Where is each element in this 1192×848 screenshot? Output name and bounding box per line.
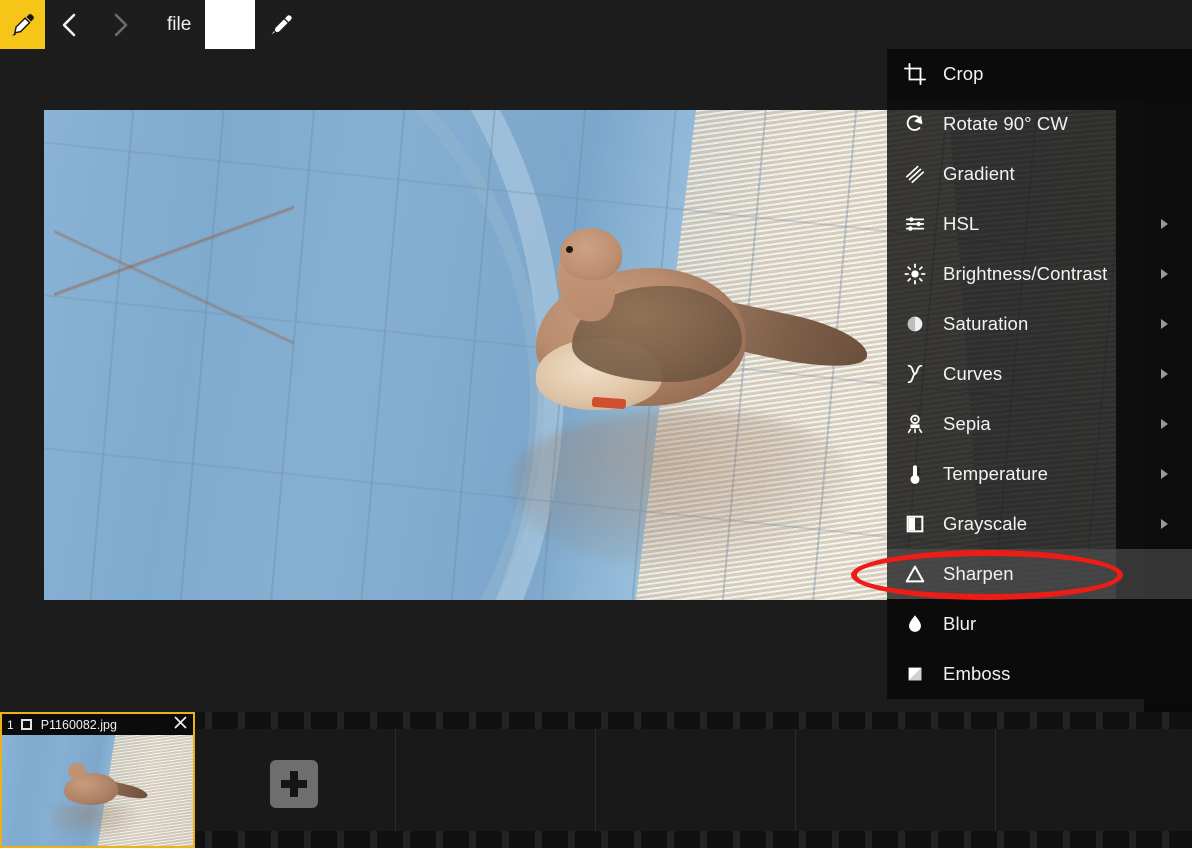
back-button[interactable] — [45, 0, 95, 49]
submenu-arrow-icon — [1161, 219, 1168, 229]
submenu-arrow-icon — [1161, 519, 1168, 529]
marker-pen-icon — [11, 13, 34, 36]
menu-item-label: Emboss — [943, 663, 1011, 684]
effects-side-panel: P1160082.jpg 2838x1263 NaN undefined ? C… — [887, 0, 1192, 712]
thumbnail-checkbox-icon[interactable] — [20, 719, 32, 730]
bird-eye — [566, 246, 573, 253]
thumb-bird-head — [68, 763, 86, 779]
file-menu-button[interactable]: file — [145, 0, 205, 49]
menu-item-label: Temperature — [943, 463, 1048, 484]
photo-tile-cracks — [54, 110, 294, 410]
menu-item-temperature[interactable]: Temperature — [887, 449, 1192, 499]
chevron-right-icon — [114, 13, 128, 36]
menu-item-blur[interactable]: Blur — [887, 599, 1192, 649]
thumbnail-index: 1 — [7, 717, 14, 732]
eyedropper-tool-button[interactable] — [255, 0, 307, 49]
menu-item-label: Gradient — [943, 163, 1015, 184]
menu-item-label: HSL — [943, 213, 980, 234]
submenu-arrow-icon — [1161, 419, 1168, 429]
marker-pen-tool-button[interactable] — [0, 0, 45, 49]
menu-item-rotate-90-cw[interactable]: Rotate 90° CW — [887, 99, 1192, 149]
menu-item-gradient[interactable]: Gradient — [887, 149, 1192, 199]
droplet-fill-icon — [887, 299, 943, 349]
emboss-square-icon — [887, 649, 943, 699]
menu-item-label: Crop — [943, 63, 984, 84]
sepia-stamp-icon — [887, 399, 943, 449]
triangle-icon — [887, 549, 943, 599]
menu-item-emboss[interactable]: Emboss — [887, 649, 1192, 699]
forward-button[interactable] — [95, 0, 145, 49]
thumbnail-image — [2, 735, 193, 846]
menu-item-label: Curves — [943, 363, 1003, 384]
menu-item-grayscale[interactable]: Grayscale — [887, 499, 1192, 549]
close-x-icon — [174, 715, 187, 729]
thumb-bird-reflection — [52, 805, 142, 839]
top-toolbar: file — [0, 0, 1192, 49]
frame-divider — [595, 729, 596, 831]
file-menu-label: file — [167, 13, 192, 35]
submenu-arrow-icon — [1161, 319, 1168, 329]
menu-item-crop[interactable]: Crop — [887, 49, 1192, 99]
menu-item-label: Brightness/Contrast — [943, 263, 1108, 284]
add-image-button[interactable] — [270, 760, 318, 808]
sun-icon — [887, 249, 943, 299]
thumbnail-close-button[interactable] — [173, 715, 188, 735]
menu-item-hsl[interactable]: HSL — [887, 199, 1192, 249]
menu-item-sharpen[interactable]: Sharpen — [887, 549, 1192, 599]
menu-item-sepia[interactable]: Sepia — [887, 399, 1192, 449]
menu-item-saturation[interactable]: Saturation — [887, 299, 1192, 349]
menu-item-label: Grayscale — [943, 513, 1028, 534]
bird-head — [560, 228, 622, 280]
menu-item-label: Rotate 90° CW — [943, 113, 1068, 134]
submenu-arrow-icon — [1161, 369, 1168, 379]
photo-bird-reflection — [514, 410, 854, 570]
rotate-cw-icon — [887, 99, 943, 149]
thermometer-icon — [887, 449, 943, 499]
chevron-left-icon — [62, 13, 76, 36]
menu-item-label: Saturation — [943, 313, 1029, 334]
menu-item-curves[interactable]: Curves — [887, 349, 1192, 399]
image-editor-window: file Crop Rotate 90° CW Gradient HSL Bri… — [0, 0, 1192, 848]
half-square-icon — [887, 499, 943, 549]
thumbnail-header: 1 P1160082.jpg — [2, 714, 193, 735]
submenu-arrow-icon — [1161, 469, 1168, 479]
thumb-bird — [58, 761, 149, 807]
color-swatch[interactable] — [205, 0, 256, 49]
eyedropper-icon — [271, 14, 292, 35]
gradient-icon — [887, 149, 943, 199]
droplet-icon — [887, 599, 943, 649]
frame-divider — [995, 729, 996, 831]
filmstrip-thumbnail-selected[interactable]: 1 P1160082.jpg — [0, 712, 195, 848]
menu-item-brightness-contrast[interactable]: Brightness/Contrast — [887, 249, 1192, 299]
menu-item-label: Sepia — [943, 413, 991, 434]
sliders-icon — [887, 199, 943, 249]
thumbnail-filename: P1160082.jpg — [40, 717, 117, 732]
frame-divider — [795, 729, 796, 831]
plus-icon — [290, 771, 298, 797]
effects-menu-list: Crop Rotate 90° CW Gradient HSL Brightness/C… — [887, 49, 1192, 699]
menu-item-label: Blur — [943, 613, 977, 634]
menu-item-label: Sharpen — [943, 563, 1014, 584]
photo-bird — [514, 220, 874, 420]
curves-icon — [887, 349, 943, 399]
submenu-arrow-icon — [1161, 269, 1168, 279]
frame-divider — [395, 729, 396, 831]
crop-icon — [887, 49, 943, 99]
